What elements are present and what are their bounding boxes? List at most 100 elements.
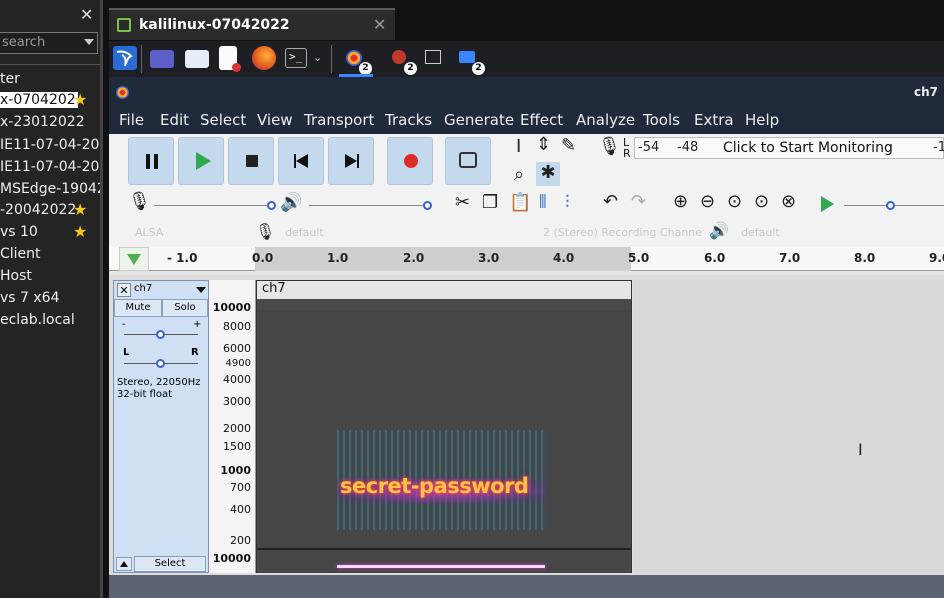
- close-panel-icon[interactable]: ✕: [80, 5, 93, 24]
- fit-selection-icon[interactable]: ⊙: [727, 191, 742, 212]
- vm-list-item[interactable]: vs 7 x64: [0, 287, 100, 309]
- draw-tool-icon[interactable]: ✎: [561, 135, 576, 156]
- paste-icon[interactable]: 📋: [509, 192, 531, 213]
- monitoring-prompt[interactable]: Click to Start Monitoring: [723, 140, 893, 156]
- vm-list-item[interactable]: Host: [0, 265, 100, 287]
- menu-extra[interactable]: Extra: [694, 111, 734, 129]
- files-icon[interactable]: [185, 50, 209, 68]
- close-track-icon[interactable]: ✕: [117, 283, 131, 297]
- vm-list-item[interactable]: IE11-07-04-20: [0, 134, 100, 156]
- cut-icon[interactable]: ✂: [455, 192, 470, 213]
- vm-list-item[interactable]: x-23012022: [0, 111, 100, 133]
- collapse-track-icon[interactable]: [116, 557, 132, 571]
- menu-edit[interactable]: Edit: [160, 111, 189, 129]
- vm-tab[interactable]: kalilinux-07042022 ✕: [109, 8, 395, 40]
- favorite-star-icon[interactable]: ★: [73, 221, 87, 243]
- chevron-down-icon[interactable]: ⌄: [313, 51, 322, 64]
- copy-icon[interactable]: ❐: [482, 192, 498, 213]
- vm-list-item[interactable]: eclab.local: [0, 309, 100, 331]
- clip-name[interactable]: ch7: [257, 281, 631, 299]
- empty-track-space[interactable]: I: [633, 280, 944, 573]
- gain-slider[interactable]: [124, 330, 198, 339]
- menu-effect[interactable]: Effect: [520, 111, 563, 129]
- mute-button[interactable]: Mute: [114, 299, 162, 317]
- frequency-scale[interactable]: 10000 8000 6000 4900 4000 3000 2000 1500…: [209, 280, 256, 573]
- playback-volume-slider[interactable]: [309, 201, 432, 210]
- stop-button[interactable]: [228, 137, 274, 185]
- fit-project-icon[interactable]: ⊙: [754, 191, 769, 212]
- close-tab-icon[interactable]: ✕: [373, 15, 386, 34]
- recording-channels[interactable]: 2 (Stereo) Recording Channe: [543, 226, 702, 239]
- vm-list-item[interactable]: MSEdge-19042: [0, 178, 100, 200]
- desktop-icon[interactable]: [150, 50, 174, 68]
- favorite-star-icon[interactable]: ★: [73, 199, 87, 221]
- output-device[interactable]: default: [741, 226, 780, 239]
- timeline-options-button[interactable]: [119, 247, 149, 271]
- vm-list-item[interactable]: vs 10 ★: [0, 221, 100, 243]
- track-menu-icon[interactable]: [196, 287, 206, 293]
- zoom-toggle-icon[interactable]: ⊗: [781, 191, 796, 212]
- play-button[interactable]: [178, 137, 224, 185]
- menu-generate[interactable]: Generate: [444, 111, 514, 129]
- menu-analyze[interactable]: Analyze: [576, 111, 635, 129]
- play-at-speed-button[interactable]: [821, 196, 834, 212]
- menu-file[interactable]: File: [119, 111, 144, 129]
- zoom-tool-icon[interactable]: ⌕: [514, 164, 524, 185]
- track-control-panel[interactable]: ✕ ch7 Mute Solo - + L R Stereo, 22050Hz …: [113, 280, 209, 573]
- menu-view[interactable]: View: [257, 111, 293, 129]
- spectrogram[interactable]: secret-password: [257, 310, 631, 548]
- input-device[interactable]: default: [285, 226, 324, 239]
- microphone-icon[interactable]: 🎙: [598, 136, 621, 157]
- envelope-tool-icon[interactable]: ⇕: [536, 134, 551, 155]
- solo-button[interactable]: Solo: [162, 299, 208, 317]
- audio-host[interactable]: ALSA: [135, 226, 163, 239]
- menu-help[interactable]: Help: [745, 111, 779, 129]
- track-name[interactable]: ch7: [134, 283, 152, 294]
- firefox-icon[interactable]: [252, 46, 276, 70]
- timeline-ruler[interactable]: - 1.0 0.0 1.0 2.0 3.0 4.0 5.0 6.0 7.0 8.…: [109, 247, 944, 271]
- zoom-out-icon[interactable]: ⊖: [700, 191, 715, 212]
- pan-slider[interactable]: [124, 359, 198, 368]
- search-input[interactable]: search: [0, 32, 98, 54]
- vm-list-item[interactable]: IE11-07-04-20: [0, 156, 100, 178]
- menu-select[interactable]: Select: [200, 111, 246, 129]
- loop-button[interactable]: [445, 137, 491, 185]
- zoom-in-icon[interactable]: ⊕: [673, 191, 688, 212]
- text-editor-icon[interactable]: [219, 46, 241, 72]
- spectrogram-channel-2[interactable]: [257, 551, 631, 573]
- favorite-star-icon[interactable]: ★: [73, 89, 87, 111]
- multi-tool-icon[interactable]: ✱: [536, 162, 560, 186]
- undo-icon[interactable]: ↶: [603, 191, 618, 212]
- vm-list-item[interactable]: Client: [0, 243, 100, 265]
- redo-icon[interactable]: ↷: [631, 191, 646, 212]
- pause-button[interactable]: [128, 137, 174, 185]
- play-speed-slider[interactable]: [844, 201, 944, 210]
- vm-list-item[interactable]: x-0704202 ★: [0, 89, 100, 111]
- record-button[interactable]: [387, 137, 433, 185]
- trim-icon[interactable]: ⫴: [539, 192, 547, 213]
- silence-icon[interactable]: ⫶: [565, 192, 570, 213]
- skip-end-button[interactable]: [328, 137, 374, 185]
- window-count-badge: 2: [404, 62, 417, 75]
- window-titlebar[interactable]: ch7: [109, 77, 944, 107]
- menu-tools[interactable]: Tools: [643, 111, 680, 129]
- recording-volume-slider[interactable]: [154, 201, 276, 210]
- recording-meter[interactable]: -54 -48 Click to Start Monitoring -1: [634, 137, 944, 159]
- vm-list-item[interactable]: -20042022 ★: [0, 199, 100, 221]
- vm-list-item[interactable]: ter: [0, 68, 100, 90]
- select-track-button[interactable]: Select: [134, 556, 206, 572]
- folder-task-icon[interactable]: 2: [456, 46, 485, 75]
- ruler-label: 9.0: [929, 251, 944, 265]
- audio-clip[interactable]: ch7 secret-password: [256, 280, 632, 573]
- skip-start-button[interactable]: [278, 137, 324, 185]
- terminal-task-icon[interactable]: [422, 46, 446, 70]
- terminal-icon[interactable]: >_: [285, 48, 307, 68]
- chevron-down-icon[interactable]: [84, 39, 94, 45]
- selection-tool-icon[interactable]: I: [516, 136, 521, 157]
- kali-menu-icon[interactable]: [113, 46, 137, 70]
- channel-divider: [257, 548, 631, 550]
- audacity-task-icon[interactable]: 2: [343, 46, 372, 75]
- app-task-icon[interactable]: 2: [388, 46, 417, 75]
- menu-transport[interactable]: Transport: [304, 111, 374, 129]
- menu-tracks[interactable]: Tracks: [385, 111, 432, 129]
